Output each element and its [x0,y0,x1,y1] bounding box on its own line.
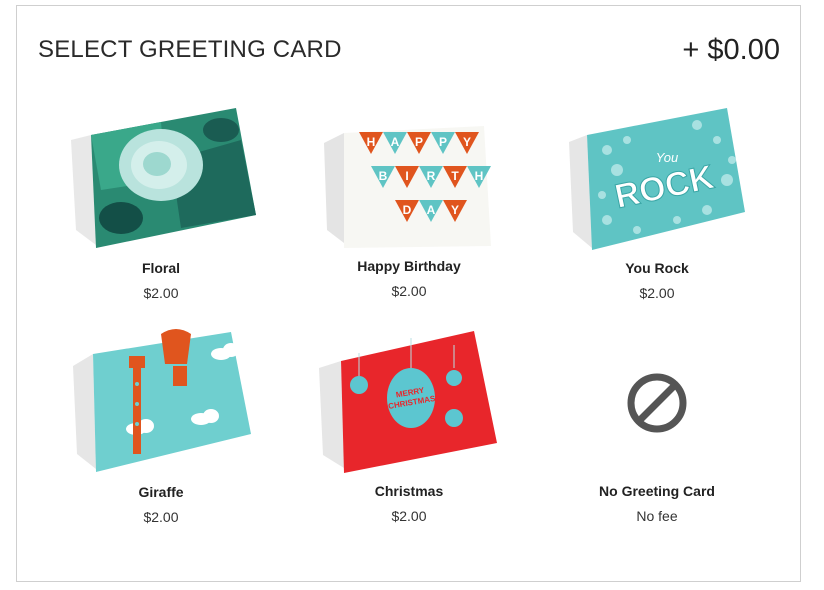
banner-letter: A [391,135,400,149]
banner-letter: P [415,135,423,149]
greeting-card-panel: SELECT GREETING CARD + $0.00 Floral $2.0… [16,5,801,582]
card-price: $2.00 [639,285,675,301]
card-name: Floral [141,260,181,276]
giraffe-card-image [73,329,251,472]
christmas-card-image: MERRY CHRISTMAS [319,331,497,473]
card-name: You Rock [625,260,689,276]
card-price: No fee [636,508,678,524]
card-name: Christmas [374,483,444,499]
card-option-you-rock[interactable]: You ROCK You Rock $2.00 [547,100,767,301]
card-option-no-greeting-card[interactable]: No Greeting Card No fee [547,323,767,524]
banner-letter: Y [451,203,459,217]
banner-letter: Y [463,135,471,149]
card-option-giraffe[interactable]: Giraffe $2.00 [51,324,271,525]
happy-birthday-card-image: H A P P Y B I R T H D A Y [324,126,491,248]
banner-letter: R [427,169,436,183]
card-price: $2.00 [391,508,427,524]
card-option-happy-birthday[interactable]: H A P P Y B I R T H D A Y Happy Birthday… [299,98,519,299]
banner-letter: P [439,135,447,149]
banner-letter: D [403,203,412,217]
card-price: $2.00 [391,283,427,299]
floral-card-image [71,108,256,248]
banner-letter: H [367,135,376,149]
total-price: + $0.00 [682,34,780,66]
banner-letter: A [427,203,436,217]
banner-letter: I [405,169,408,183]
card-name: Happy Birthday [357,258,461,274]
card-price: $2.00 [143,509,179,525]
you-rock-card-image: You ROCK [569,108,745,250]
art-small-text: You [656,150,678,165]
no-symbol-icon [627,373,687,433]
card-name: No Greeting Card [599,483,715,499]
banner-letter: B [379,169,388,183]
card-option-christmas[interactable]: MERRY CHRISTMAS Christmas $2.00 [299,323,519,524]
card-price: $2.00 [143,285,179,301]
card-option-floral[interactable]: Floral $2.00 [51,100,271,301]
banner-letter: H [475,169,484,183]
section-title: SELECT GREETING CARD [38,36,342,63]
banner-letter: T [451,169,459,183]
card-name: Giraffe [138,484,184,500]
